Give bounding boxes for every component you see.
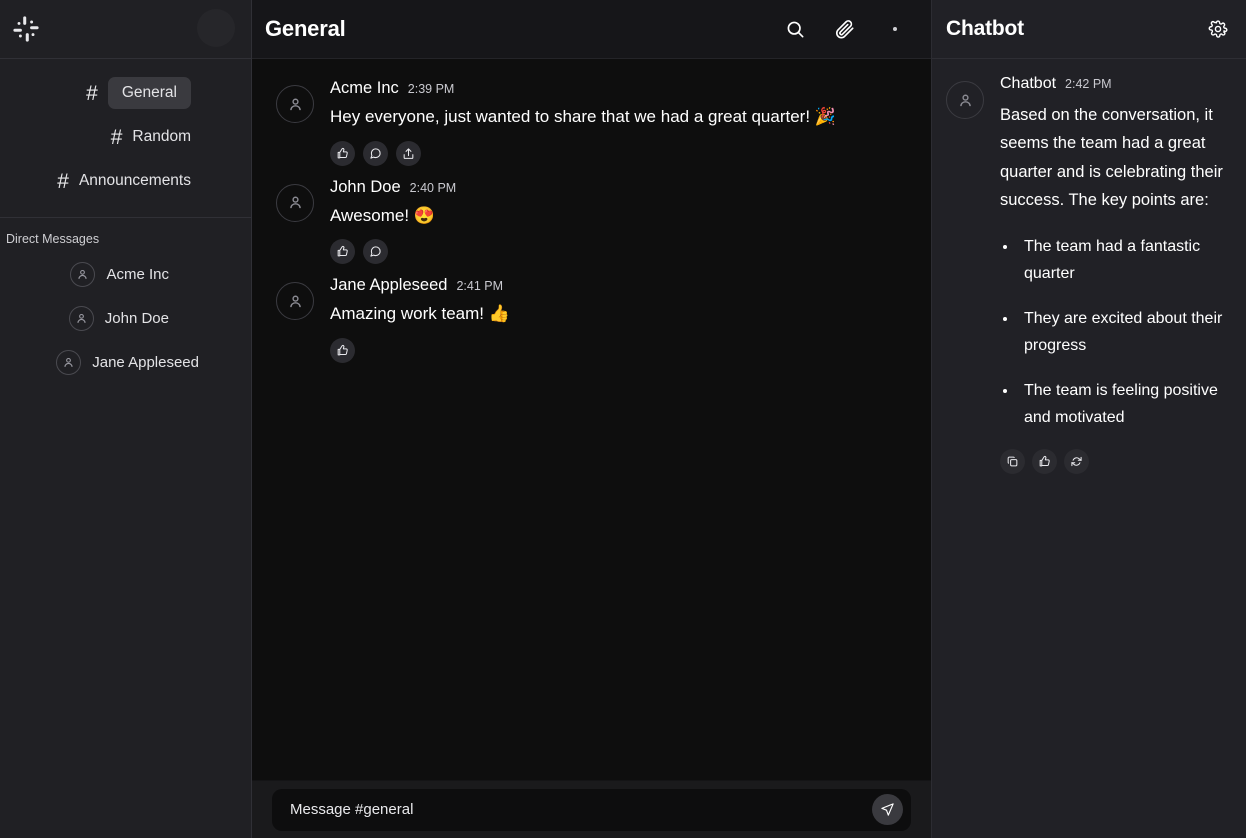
app-root: # General # Random # Announcements Direc… — [0, 0, 1246, 838]
message-actions — [330, 140, 911, 166]
message-author: John Doe — [330, 177, 401, 196]
paperclip-icon[interactable] — [833, 17, 857, 41]
channel-header: General — [252, 0, 931, 59]
sidebar-item-label: General — [107, 77, 191, 109]
avatar — [946, 81, 984, 119]
direct-messages-heading: Direct Messages — [6, 232, 100, 246]
message-list: Acme Inc 2:39 PM Hey everyone, just want… — [252, 59, 931, 780]
sidebar-item-random[interactable]: # Random — [0, 115, 251, 159]
message-author: Jane Appleseed — [330, 276, 448, 295]
message-actions — [330, 239, 911, 265]
comment-icon[interactable] — [363, 140, 388, 166]
hash-icon: # — [86, 81, 98, 105]
chatbot-message: Chatbot 2:42 PM Based on the conversatio… — [946, 75, 1234, 474]
send-icon[interactable] — [872, 794, 903, 825]
dm-item-label: John Doe — [104, 309, 169, 327]
thumbs-up-icon[interactable] — [330, 140, 355, 166]
chatbot-body: Chatbot 2:42 PM Based on the conversatio… — [932, 59, 1246, 838]
message-text: Amazing work team! 👍 — [330, 304, 510, 324]
chatbot-header: Chatbot — [932, 0, 1246, 59]
dm-item-acme-inc[interactable]: Acme Inc — [0, 252, 251, 296]
message-body: Jane Appleseed 2:41 PM Amazing work team… — [330, 276, 911, 363]
thumbs-up-icon[interactable] — [330, 239, 355, 265]
list-item: The team had a fantastic quarter — [1018, 233, 1234, 288]
avatar — [276, 85, 314, 123]
message-item: Jane Appleseed 2:41 PM Amazing work team… — [252, 270, 931, 369]
sidebar-item-general[interactable]: # General — [0, 71, 251, 115]
chatbot-message-timestamp: 2:42 PM — [1065, 77, 1112, 91]
page-title: General — [265, 16, 346, 41]
dm-item-john-doe[interactable]: John Doe — [0, 296, 251, 340]
chatbot-panel: Chatbot Chatbot 2:42 PM Based on the con… — [931, 0, 1246, 838]
regenerate-icon[interactable] — [1064, 448, 1089, 474]
avatar — [276, 183, 314, 222]
search-icon[interactable] — [783, 17, 807, 41]
composer-bar — [252, 780, 931, 838]
message-timestamp: 2:41 PM — [456, 279, 503, 294]
message-text: Awesome! 😍 — [330, 205, 435, 225]
sidebar-header — [0, 0, 251, 59]
composer[interactable] — [272, 788, 911, 831]
hash-icon: # — [110, 125, 123, 149]
sidebar-item-label: Announcements — [78, 172, 191, 189]
slack-logo-icon[interactable] — [12, 15, 40, 43]
more-dot-icon[interactable] — [883, 17, 907, 41]
message-input[interactable] — [290, 801, 872, 818]
chatbot-message-author: Chatbot — [1000, 75, 1057, 92]
person-icon — [68, 305, 94, 331]
gear-icon[interactable] — [1208, 19, 1228, 39]
message-text: Hey everyone, just wanted to share that … — [330, 107, 836, 126]
copy-icon[interactable] — [1000, 448, 1025, 474]
thumbs-up-icon[interactable] — [330, 337, 355, 363]
dm-item-label: Acme Inc — [106, 265, 169, 283]
channel-view: General Acme Inc 2:39 PM Hey everyone, j… — [252, 0, 931, 838]
channel-header-actions — [783, 17, 907, 41]
chatbot-message-text: Based on the conversation, it seems the … — [1000, 106, 1223, 210]
sidebar-user-avatar[interactable] — [197, 9, 235, 47]
comment-icon[interactable] — [363, 239, 388, 265]
hash-icon: # — [57, 169, 69, 193]
chatbot-message-actions — [1000, 448, 1234, 474]
person-icon — [56, 349, 82, 375]
message-timestamp: 2:39 PM — [407, 82, 455, 96]
sidebar: # General # Random # Announcements Direc… — [0, 0, 252, 838]
chatbot-title: Chatbot — [946, 17, 1024, 40]
list-item: They are excited about their progress — [1018, 305, 1234, 360]
sidebar-item-label: Random — [132, 128, 191, 145]
thumbs-up-icon[interactable] — [1032, 448, 1057, 474]
dm-item-jane-appleseed[interactable]: Jane Appleseed — [0, 340, 251, 384]
avatar — [276, 282, 314, 321]
chatbot-bullet-list: The team had a fantastic quarter They ar… — [1018, 233, 1234, 432]
message-item: Acme Inc 2:39 PM Hey everyone, just want… — [252, 73, 931, 172]
message-actions — [330, 337, 911, 363]
chatbot-message-body: Chatbot 2:42 PM Based on the conversatio… — [1000, 75, 1234, 474]
message-author: Acme Inc — [330, 79, 399, 97]
channel-list: # General # Random # Announcements — [0, 59, 251, 211]
chatbot-message-meta: Chatbot 2:42 PM — [1000, 75, 1234, 93]
sidebar-item-announcements[interactable]: # Announcements — [0, 159, 251, 203]
person-icon — [70, 261, 96, 287]
dm-item-label: Jane Appleseed — [92, 353, 199, 371]
message-meta: Acme Inc 2:39 PM — [330, 79, 911, 98]
message-item: John Doe 2:40 PM Awesome! 😍 — [252, 172, 931, 271]
list-item: The team is feeling positive and motivat… — [1018, 377, 1234, 432]
message-meta: John Doe 2:40 PM — [330, 178, 911, 197]
message-timestamp: 2:40 PM — [409, 180, 457, 195]
message-meta: Jane Appleseed 2:41 PM — [330, 276, 911, 295]
message-body: John Doe 2:40 PM Awesome! 😍 — [330, 178, 911, 265]
message-body: Acme Inc 2:39 PM Hey everyone, just want… — [330, 79, 911, 166]
share-icon[interactable] — [396, 140, 421, 166]
